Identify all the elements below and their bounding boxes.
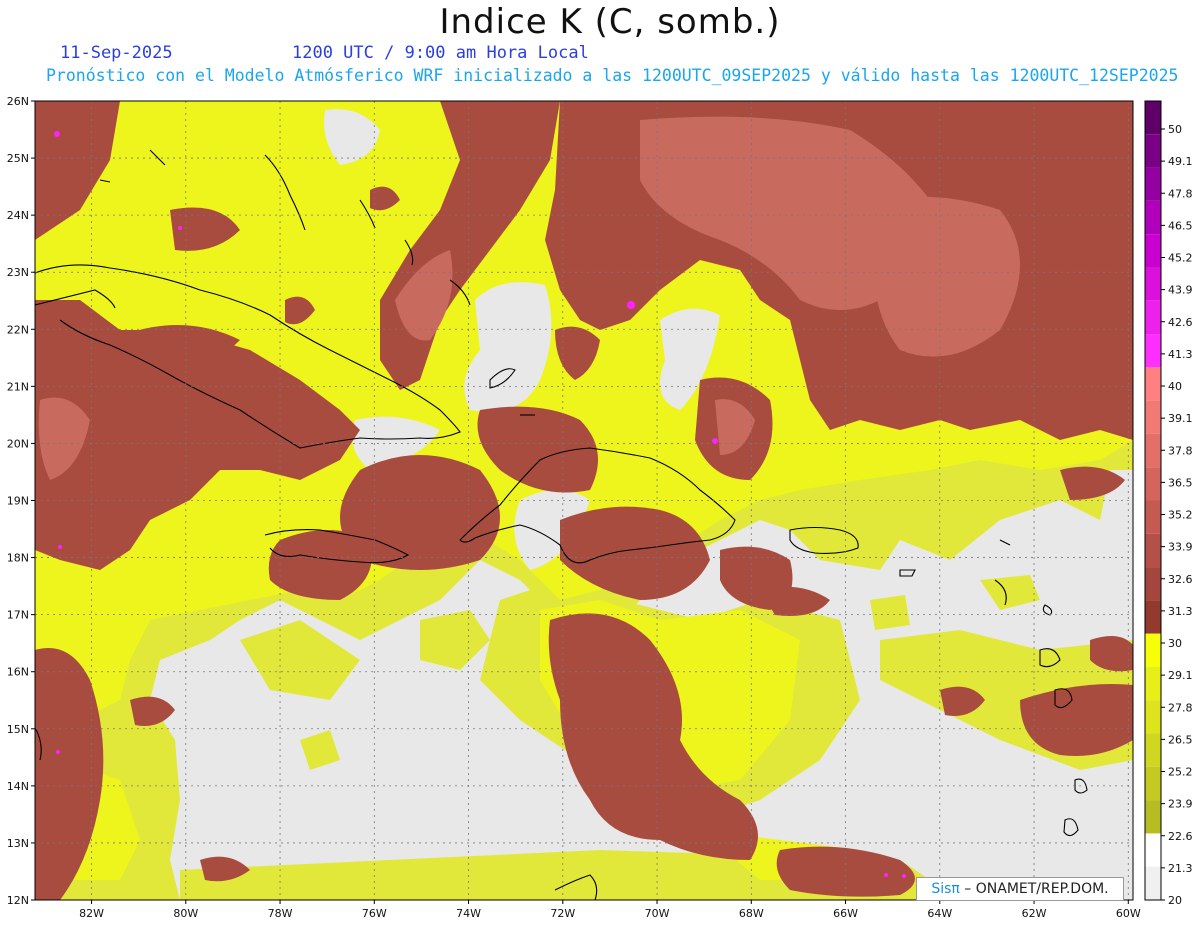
- colorbar-label: 22.6: [1168, 830, 1193, 843]
- colorbar-label: 47.8: [1168, 187, 1193, 200]
- colorbar-swatch: [1145, 101, 1161, 135]
- sispi-logo: Sisπ: [931, 881, 960, 897]
- credit-box: Sisπ – ONAMET/REP.DOM.: [916, 877, 1124, 901]
- colorbar-swatch: [1145, 567, 1161, 601]
- lat-label: 25N: [7, 152, 29, 165]
- map-field: [35, 101, 1133, 900]
- colorbar-swatch: [1145, 733, 1161, 767]
- colorbar-label: 32.6: [1168, 573, 1193, 586]
- colorbar-label: 49.1: [1168, 155, 1193, 168]
- colorbar-swatch: [1145, 600, 1161, 634]
- lon-label: 78W: [268, 907, 293, 920]
- colorbar-swatch: [1145, 134, 1161, 168]
- lon-label: 72W: [550, 907, 575, 920]
- colorbar-label: 26.5: [1168, 733, 1193, 746]
- colorbar-swatch: [1145, 167, 1161, 201]
- colorbar-label: 40: [1168, 380, 1182, 393]
- lat-label: 17N: [7, 609, 29, 622]
- colorbar-swatch: [1145, 666, 1161, 701]
- lat-label: 20N: [7, 437, 29, 450]
- colorbar-label: 31.3: [1168, 605, 1193, 618]
- lon-label: 70W: [645, 907, 670, 920]
- lat-label: 26N: [7, 95, 29, 108]
- lon-label: 64W: [927, 907, 952, 920]
- colorbar-label: 23.9: [1168, 798, 1193, 811]
- colorbar-swatch: [1145, 400, 1161, 434]
- lat-label: 19N: [7, 495, 29, 508]
- colorbar-label: 20: [1168, 894, 1182, 907]
- colorbar-swatch: [1145, 300, 1161, 335]
- colorbar-swatch: [1145, 866, 1161, 900]
- colorbar-swatch: [1145, 467, 1161, 501]
- colorbar-label: 30: [1168, 637, 1182, 650]
- colorbar-label: 21.3: [1168, 862, 1193, 875]
- lat-label: 12N: [7, 894, 29, 907]
- lat-label: 15N: [7, 723, 29, 736]
- lon-label: 60W: [1116, 907, 1141, 920]
- colorbar-swatch: [1145, 234, 1161, 268]
- colorbar-label: 50: [1168, 123, 1182, 136]
- k-index-map: 12N 13N 14N 15N 16N 17N 18N 19N 20N 21N 22N 23N 24N 2…: [7, 95, 1193, 920]
- colorbar-label: 35.2: [1168, 509, 1193, 522]
- colorbar-label: 45.2: [1168, 252, 1193, 265]
- colorbar-label: 36.5: [1168, 476, 1193, 489]
- colorbar-swatch: [1145, 433, 1161, 468]
- credit-text: – ONAMET/REP.DOM.: [959, 881, 1109, 897]
- lat-label: 16N: [7, 666, 29, 679]
- colorbar-label: 42.6: [1168, 316, 1193, 329]
- colorbar-swatch: [1145, 267, 1161, 301]
- colorbar-label: 41.3: [1168, 348, 1193, 361]
- lon-label: 68W: [739, 907, 764, 920]
- lat-label: 24N: [7, 209, 29, 222]
- colorbar-swatch: [1145, 633, 1161, 667]
- lon-label: 80W: [173, 907, 198, 920]
- colorbar-label: 43.9: [1168, 284, 1193, 297]
- colorbar-swatch: [1145, 334, 1161, 368]
- colorbar: 50 49.1 47.8 46.5 45.2 43.9 42.6 41.3 40 39.1 37.8…: [1144, 100, 1193, 907]
- lon-label: 82W: [79, 907, 104, 920]
- colorbar-label: 37.8: [1168, 444, 1193, 457]
- lat-label: 14N: [7, 780, 29, 793]
- lon-label: 62W: [1022, 907, 1047, 920]
- colorbar-swatch: [1145, 700, 1161, 734]
- lat-label: 21N: [7, 380, 29, 393]
- lat-label: 23N: [7, 266, 29, 279]
- lon-label: 66W: [833, 907, 858, 920]
- colorbar-swatch: [1145, 200, 1161, 235]
- colorbar-swatch: [1145, 500, 1161, 534]
- lon-label: 74W: [456, 907, 481, 920]
- colorbar-label: 29.1: [1168, 669, 1193, 682]
- colorbar-label: 46.5: [1168, 219, 1193, 232]
- colorbar-swatch: [1145, 533, 1161, 568]
- lat-label: 18N: [7, 552, 29, 565]
- colorbar-label: 25.2: [1168, 766, 1193, 779]
- lat-label: 22N: [7, 323, 29, 336]
- colorbar-swatch: [1145, 766, 1161, 801]
- lon-label: 76W: [362, 907, 387, 920]
- colorbar-swatch: [1145, 367, 1161, 401]
- colorbar-swatch: [1145, 800, 1161, 834]
- colorbar-label: 27.8: [1168, 701, 1193, 714]
- colorbar-label: 39.1: [1168, 412, 1193, 425]
- colorbar-label: 33.9: [1168, 541, 1193, 554]
- lat-label: 13N: [7, 837, 29, 850]
